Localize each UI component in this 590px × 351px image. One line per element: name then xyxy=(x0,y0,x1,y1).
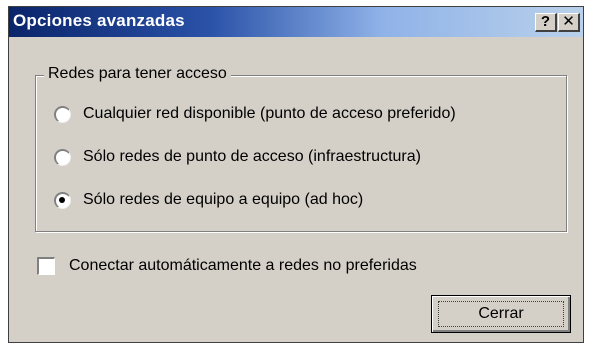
radio-label-infrastructure: Sólo redes de punto de acceso (infraestr… xyxy=(83,148,421,165)
question-mark-icon: ? xyxy=(540,13,551,30)
radio-button-icon[interactable] xyxy=(54,148,71,166)
close-x-icon: ✕ xyxy=(562,13,575,30)
radio-any-network[interactable]: Cualquier red disponible (punto de acces… xyxy=(54,103,456,125)
window-title: Opciones avanzadas xyxy=(13,11,185,30)
radio-button-icon[interactable] xyxy=(54,105,71,123)
radio-label-ad-hoc: Sólo redes de equipo a equipo (ad hoc) xyxy=(83,191,364,208)
radio-button-selected-icon[interactable] xyxy=(54,191,71,209)
networks-groupbox: Redes para tener acceso Cualquier red di… xyxy=(35,65,567,232)
radio-label-any-network: Cualquier red disponible (punto de acces… xyxy=(83,105,456,122)
advanced-options-dialog: Opciones avanzadas ? ✕ Redes para tener … xyxy=(8,6,584,343)
close-button[interactable]: Cerrar xyxy=(431,295,571,333)
auto-connect-checkbox[interactable] xyxy=(37,257,55,275)
help-button[interactable]: ? xyxy=(535,13,557,32)
radio-infrastructure[interactable]: Sólo redes de punto de acceso (infraestr… xyxy=(54,146,421,168)
close-window-button[interactable]: ✕ xyxy=(558,13,580,32)
close-button-label: Cerrar xyxy=(478,305,524,322)
groupbox-legend: Redes para tener acceso xyxy=(44,65,231,83)
title-bar[interactable]: Opciones avanzadas ? ✕ xyxy=(9,7,583,37)
radio-ad-hoc[interactable]: Sólo redes de equipo a equipo (ad hoc) xyxy=(54,189,363,211)
auto-connect-label: Conectar automáticamente a redes no pref… xyxy=(69,257,417,274)
auto-connect-checkbox-row[interactable]: Conectar automáticamente a redes no pref… xyxy=(37,257,417,275)
